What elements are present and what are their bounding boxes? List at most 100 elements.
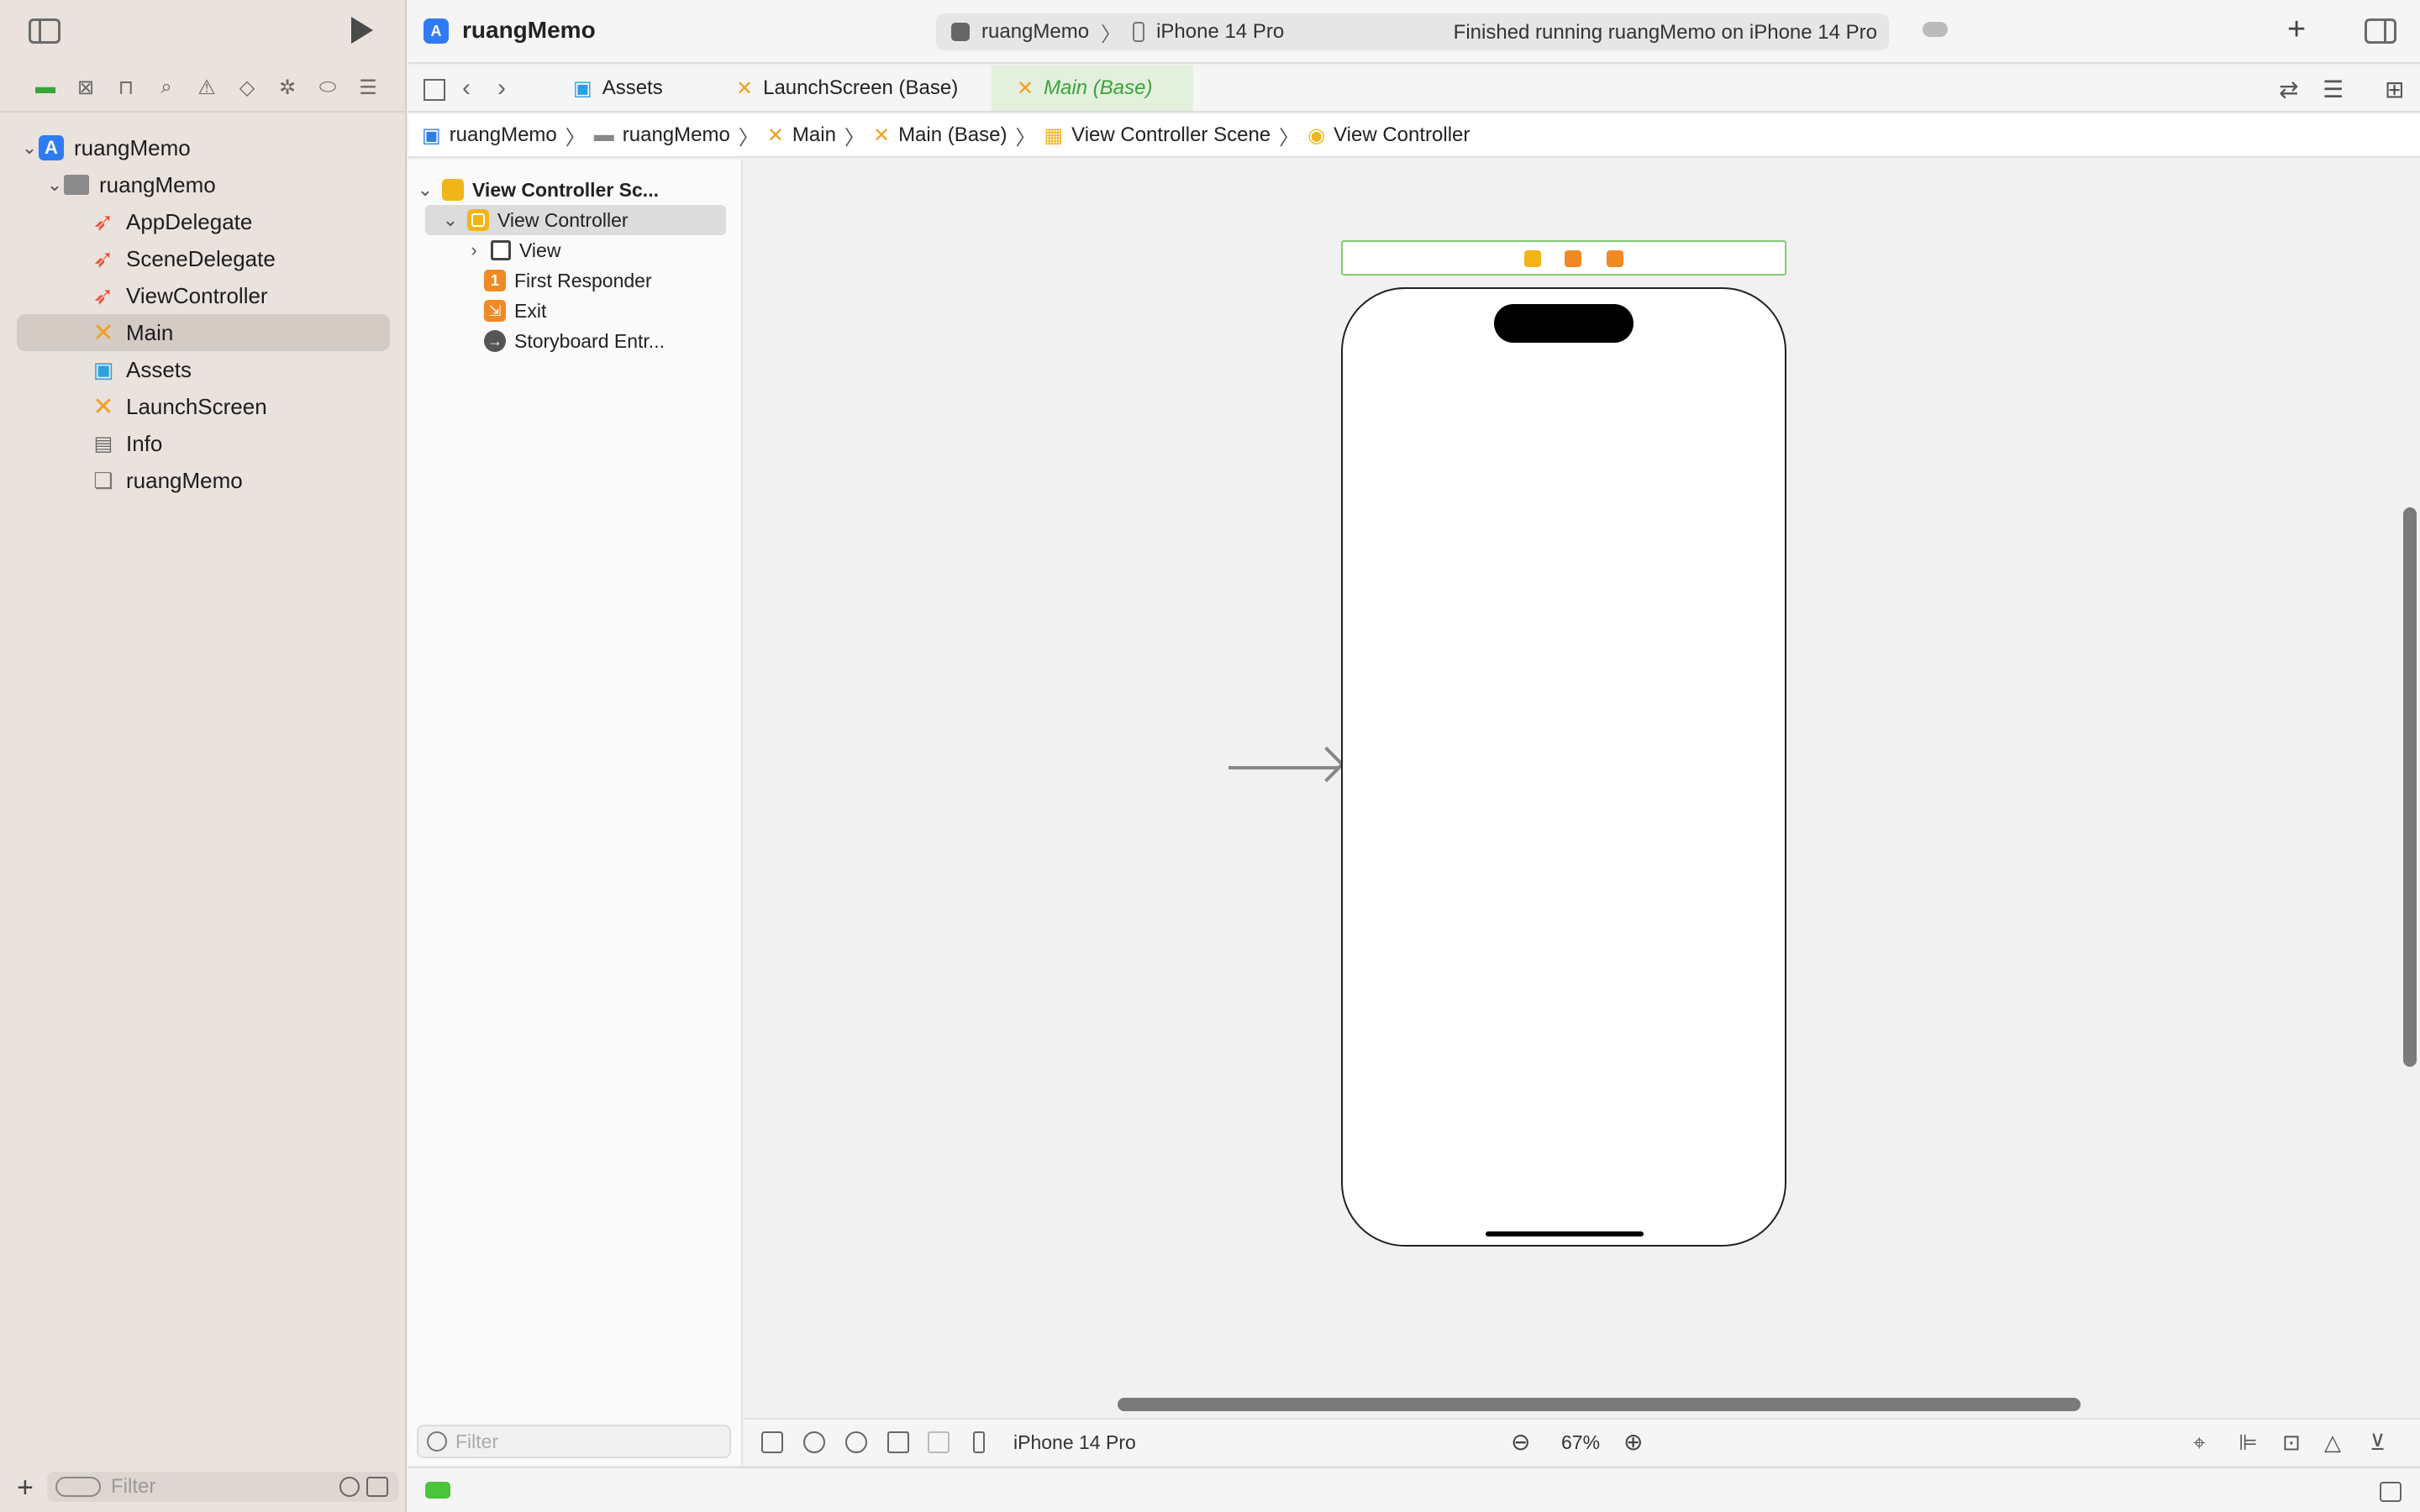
breadcrumb-localization[interactable]: ✕ Main (Base): [873, 123, 1007, 148]
chevron-down-icon[interactable]: ⌄: [45, 174, 64, 196]
outline-toggle-icon[interactable]: [761, 1431, 783, 1453]
tree-item-viewcontroller[interactable]: ➶ ViewController: [17, 277, 390, 314]
exit-icon[interactable]: [1607, 250, 1623, 267]
add-constraints-icon[interactable]: ⊡: [2282, 1430, 2301, 1456]
tree-item-scenedelegate[interactable]: ➶ SceneDelegate: [17, 240, 390, 277]
debug-status-indicator[interactable]: [425, 1482, 450, 1499]
debug-area-toggle-icon[interactable]: [2380, 1482, 2402, 1502]
tree-item-assets[interactable]: ▣ Assets: [17, 351, 390, 388]
outline-item-view-controller[interactable]: ⌄ View Controller: [425, 205, 726, 235]
folder-icon[interactable]: ▬: [25, 72, 66, 102]
filter-options-icon[interactable]: [55, 1477, 101, 1497]
device-selector[interactable]: iPhone 14 Pro: [1013, 1431, 1136, 1454]
tree-item-launchscreen[interactable]: ✕ LaunchScreen: [17, 388, 390, 425]
outline-item-first-responder[interactable]: 1 First Responder: [484, 265, 719, 296]
vertical-scrollbar[interactable]: [2403, 507, 2417, 1067]
breadcrumb-label: ruangMemo: [622, 123, 730, 146]
zoom-in-icon[interactable]: ⊕: [1623, 1428, 1643, 1456]
source-control-icon[interactable]: ⊠: [66, 72, 106, 102]
chevron-down-icon[interactable]: ⌄: [440, 209, 460, 231]
dynamic-island: [1494, 304, 1634, 343]
tree-item-info[interactable]: ▤ Info: [17, 425, 390, 462]
appearance-icon[interactable]: [845, 1431, 867, 1453]
navigator-filter-field[interactable]: Filter: [47, 1472, 398, 1502]
breadcrumb-group[interactable]: ▬ ruangMemo: [594, 123, 730, 147]
tree-item-appdelegate[interactable]: ➶ AppDelegate: [17, 203, 390, 240]
breakpoint-icon[interactable]: ⬭: [308, 72, 348, 102]
embed-icon[interactable]: ⊻: [2370, 1430, 2386, 1456]
zoom-level[interactable]: 67%: [1561, 1431, 1600, 1454]
resolve-issues-icon[interactable]: △: [2324, 1430, 2341, 1456]
inspector-toggle-icon[interactable]: [2365, 18, 2396, 44]
editor-options-icon[interactable]: ☰: [2323, 76, 2344, 103]
outline-label: View Controller Sc...: [472, 178, 659, 201]
outline-item-view[interactable]: › View: [464, 235, 716, 265]
tab-main[interactable]: ✕ Main (Base): [992, 66, 1193, 111]
outline-label: View Controller: [497, 208, 629, 231]
chevron-right-icon: 〉: [738, 126, 759, 150]
debug-icon[interactable]: ✲: [267, 72, 308, 102]
outline-label: Exit: [514, 299, 547, 322]
chevron-down-icon[interactable]: ⌄: [415, 179, 435, 201]
search-icon[interactable]: ⌕: [146, 72, 187, 102]
zoom-out-icon[interactable]: ⊖: [1511, 1428, 1530, 1456]
tab-label: Main (Base): [1044, 76, 1153, 99]
cloud-icon[interactable]: [1923, 22, 1948, 37]
split-editor-icon[interactable]: ⊞: [2385, 76, 2404, 103]
align-icon[interactable]: ⊫: [2238, 1430, 2258, 1456]
source-control-filter-icon[interactable]: [366, 1477, 388, 1497]
activity-view[interactable]: ruangMemo 〉 iPhone 14 Pro Finished runni…: [936, 13, 1889, 50]
test-icon[interactable]: ◇: [227, 72, 267, 102]
folder-icon: ▬: [593, 123, 614, 146]
breadcrumb-scene[interactable]: ▦ View Controller Scene: [1044, 123, 1270, 148]
outline-label: First Responder: [514, 269, 652, 291]
run-destination[interactable]: iPhone 14 Pro: [1156, 20, 1284, 44]
recent-files-icon[interactable]: [339, 1477, 360, 1497]
breadcrumb-file[interactable]: ✕ Main: [767, 123, 836, 148]
home-indicator: [1486, 1231, 1644, 1236]
scene-dock[interactable]: [1341, 240, 1786, 276]
first-responder-icon[interactable]: [1565, 250, 1581, 267]
tree-item-label: LaunchScreen: [126, 393, 267, 419]
outline-item-storyboard-entry[interactable]: → Storyboard Entr...: [484, 326, 719, 356]
back-arrow-icon[interactable]: ‹: [462, 74, 471, 102]
view-controller-device-frame[interactable]: [1341, 287, 1786, 1247]
run-button[interactable]: [351, 17, 373, 44]
chevron-right-icon[interactable]: ›: [464, 239, 484, 261]
app-icon: A: [39, 135, 64, 160]
sidebar-toggle-icon[interactable]: [29, 18, 60, 44]
tree-item-group[interactable]: ⌄ ruangMemo: [17, 166, 390, 203]
navigator-footer: + Filter: [0, 1468, 407, 1512]
tree-item-label: ruangMemo: [126, 467, 243, 493]
report-icon[interactable]: ☰: [348, 72, 388, 102]
warning-icon[interactable]: ⚠: [187, 72, 227, 102]
tree-item-main[interactable]: ✕ Main: [17, 314, 390, 351]
storyboard-entry-arrow[interactable]: [1228, 766, 1338, 769]
tree-item-entitlements[interactable]: ❏ ruangMemo: [17, 462, 390, 499]
tab-label: Assets: [602, 76, 663, 99]
chevron-down-icon[interactable]: ⌄: [20, 137, 39, 159]
app-icon: A: [424, 18, 449, 44]
view-controller-icon[interactable]: [1524, 250, 1541, 267]
swap-icon[interactable]: ⇄: [2279, 76, 2298, 103]
tree-item-project[interactable]: ⌄ A ruangMemo: [17, 129, 390, 166]
orientation-icon[interactable]: [887, 1431, 909, 1453]
tab-launchscreen[interactable]: ✕ LaunchScreen (Base): [711, 66, 983, 111]
breadcrumb-view-controller[interactable]: ◉ View Controller: [1307, 123, 1470, 148]
related-items-icon[interactable]: [424, 79, 445, 101]
add-icon[interactable]: +: [17, 1472, 34, 1504]
accessibility-icon[interactable]: [803, 1431, 825, 1453]
forward-arrow-icon[interactable]: ›: [497, 74, 506, 102]
outline-filter-field[interactable]: Filter: [417, 1425, 731, 1458]
horizontal-scrollbar[interactable]: [1118, 1398, 2081, 1411]
outline-item-exit[interactable]: ⇲ Exit: [484, 296, 719, 326]
outline-item-scene[interactable]: ⌄ View Controller Sc...: [415, 175, 734, 205]
update-frames-icon[interactable]: ⌖: [2193, 1430, 2206, 1457]
folder-icon: [64, 175, 89, 195]
iphone-icon[interactable]: [973, 1431, 985, 1453]
library-add-icon[interactable]: +: [2287, 12, 2306, 48]
tab-assets[interactable]: ▣ Assets: [548, 66, 688, 111]
scheme-selector[interactable]: ruangMemo: [981, 20, 1089, 44]
breadcrumb-project[interactable]: ▣ ruangMemo: [422, 123, 557, 148]
symbol-icon[interactable]: ⊓: [106, 72, 146, 102]
